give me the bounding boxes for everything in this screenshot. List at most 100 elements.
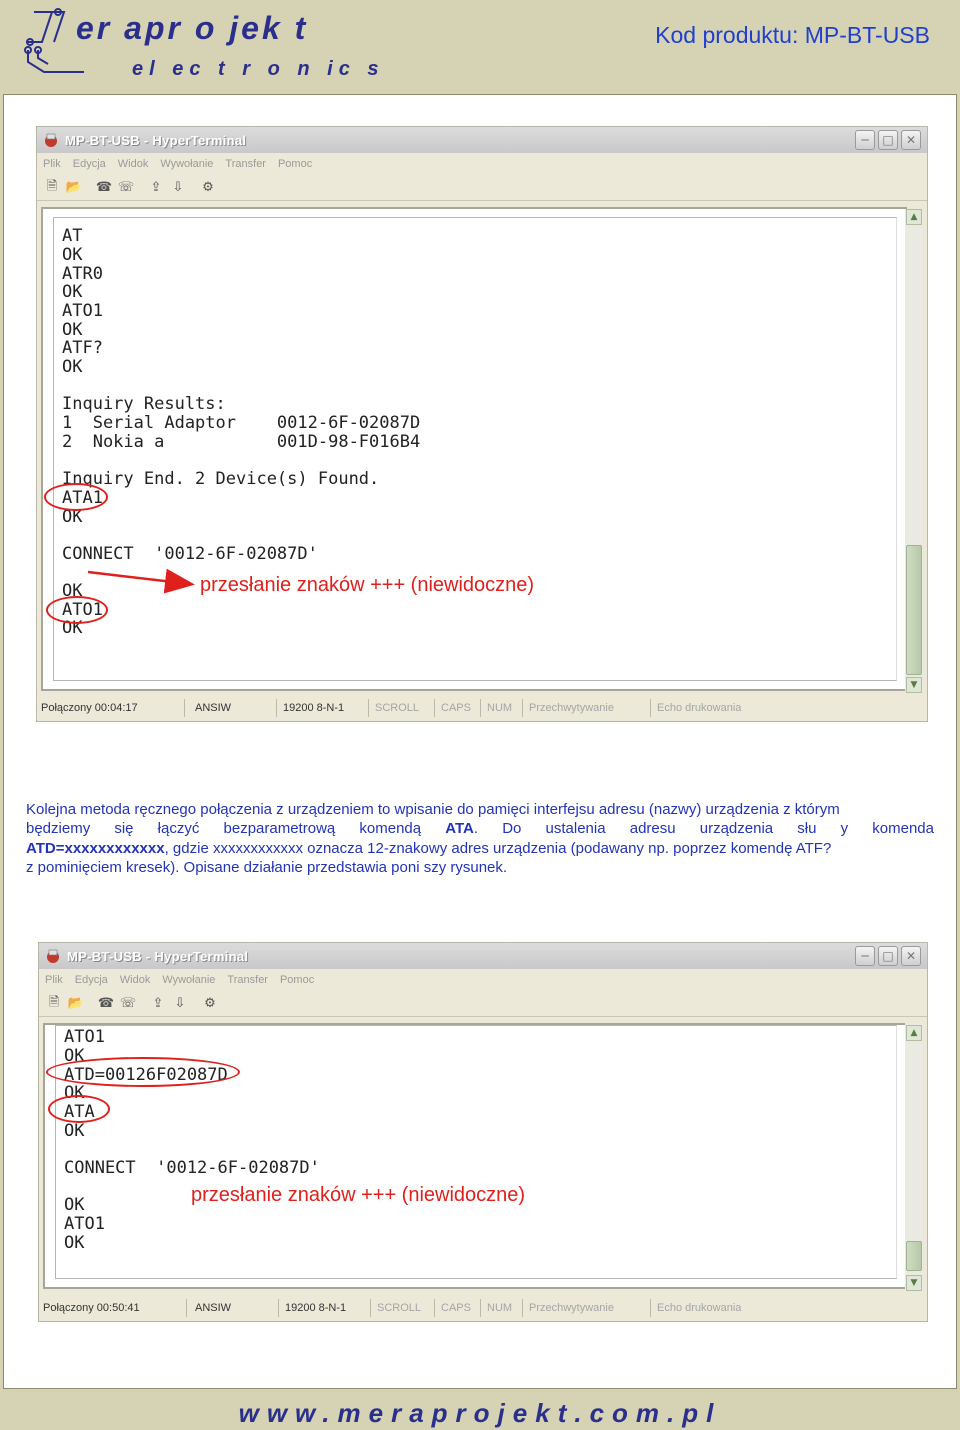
logo-wordmark: er apr o jek t	[76, 10, 309, 46]
status-scroll: SCROLL	[371, 1299, 435, 1317]
terminal-line: OK	[62, 245, 83, 265]
window-titlebar[interactable]: MP-BT-USB - HyperTerminal ─ □ ✕	[39, 943, 927, 969]
terminal-line: OK	[64, 1233, 85, 1253]
menu-transfer[interactable]: Transfer	[227, 974, 268, 986]
menu-edycja[interactable]: Edycja	[73, 158, 106, 170]
status-bar: Połączony 00:50:41 ANSIW 19200 8-N-1 SCR…	[39, 1297, 927, 1319]
status-capture: Przechwytywanie	[523, 1299, 651, 1317]
new-file-icon[interactable]: 🗎	[43, 179, 61, 196]
phone-icon[interactable]: ☎	[95, 180, 113, 196]
terminal-line: AT	[62, 226, 83, 246]
scroll-thumb[interactable]	[906, 545, 922, 675]
terminal-screen[interactable]: AT OK ATR0 OK ATO1 OK ATF? OK Inquiry Re…	[53, 217, 897, 681]
menu-widok[interactable]: Widok	[120, 974, 151, 986]
paragraph-line-4: z pominięciem kresek). Opisane działanie…	[26, 859, 508, 877]
menu-widok[interactable]: Widok	[118, 158, 149, 170]
minimize-button[interactable]: ─	[855, 946, 875, 966]
close-button[interactable]: ✕	[901, 130, 921, 150]
annotation-text-1: przesłanie znaków +++ (niewidoczne)	[200, 574, 535, 596]
status-print-echo: Echo drukowania	[657, 1302, 742, 1314]
maximize-button[interactable]: □	[878, 130, 898, 150]
status-connected: Połączony 00:50:41	[39, 1299, 187, 1317]
footer-website-url[interactable]: www.meraprojekt.com.pl	[125, 1398, 835, 1429]
scroll-down-icon[interactable]: ▼	[906, 1275, 922, 1291]
vertical-scrollbar[interactable]: ▲ ▼	[905, 1023, 923, 1291]
scroll-up-icon[interactable]: ▲	[906, 209, 922, 225]
menu-transfer[interactable]: Transfer	[225, 158, 266, 170]
logo-circuit-icon	[24, 8, 84, 73]
status-caps: CAPS	[435, 1299, 481, 1317]
receive-file-icon[interactable]: ⇩	[169, 180, 187, 196]
highlight-circle-ata1	[44, 483, 108, 511]
minimize-button[interactable]: ─	[855, 130, 875, 150]
vertical-scrollbar[interactable]: ▲ ▼	[905, 209, 923, 693]
menu-bar: Plik Edycja Widok Wywołanie Transfer Pom…	[37, 153, 927, 175]
menu-pomoc[interactable]: Pomoc	[280, 974, 314, 986]
menu-wywolanie[interactable]: Wywołanie	[162, 974, 215, 986]
status-num: NUM	[481, 699, 523, 717]
scroll-up-icon[interactable]: ▲	[906, 1025, 922, 1041]
status-num: NUM	[481, 1299, 523, 1317]
menu-plik[interactable]: Plik	[45, 974, 63, 986]
hyperterminal-window-1: MP-BT-USB - HyperTerminal ─ □ ✕ Plik Edy…	[36, 126, 928, 722]
window-title: MP-BT-USB - HyperTerminal	[65, 132, 247, 148]
terminal-line: OK	[64, 1195, 85, 1215]
open-folder-icon[interactable]: 📂	[65, 180, 83, 196]
terminal-line: ATO1	[64, 1027, 105, 1047]
status-port-settings: 19200 8-N-1	[277, 699, 369, 717]
command-ata: ATA	[445, 820, 474, 838]
product-code: Kod produktu: MP-BT-USB	[655, 22, 930, 48]
terminal-line: CONNECT '0012-6F-02087D'	[64, 1158, 320, 1178]
paragraph-line-2: będziemy się łączyć bezparametrową komen…	[26, 819, 934, 838]
send-file-icon[interactable]: ⇪	[149, 996, 167, 1012]
terminal-area[interactable]: AT OK ATR0 OK ATO1 OK ATF? OK Inquiry Re…	[41, 207, 907, 691]
disconnect-icon[interactable]: ☏	[119, 996, 137, 1012]
toolbar: 🗎 📂 ☎ ☏ ⇪ ⇩ ⚙	[39, 991, 927, 1017]
menu-pomoc[interactable]: Pomoc	[278, 158, 312, 170]
highlight-circle-atd	[46, 1057, 240, 1087]
terminal-line: OK	[62, 320, 83, 340]
maximize-button[interactable]: □	[878, 946, 898, 966]
status-bar: Połączony 00:04:17 ANSIW 19200 8-N-1 SCR…	[37, 697, 927, 719]
scroll-down-icon[interactable]: ▼	[906, 677, 922, 693]
status-port-settings: 19200 8-N-1	[279, 1299, 371, 1317]
highlight-circle-ato1	[46, 596, 108, 624]
terminal-line: ATF?	[62, 338, 103, 358]
terminal-line: OK	[64, 1121, 85, 1141]
open-folder-icon[interactable]: 📂	[67, 996, 85, 1012]
menu-edycja[interactable]: Edycja	[75, 974, 108, 986]
status-scroll: SCROLL	[369, 699, 435, 717]
command-atd: ATD=xxxxxxxxxxxx	[26, 839, 165, 857]
terminal-line: CONNECT '0012-6F-02087D'	[62, 544, 318, 564]
terminal-line: ATO1	[64, 1214, 105, 1234]
menu-wywolanie[interactable]: Wywołanie	[160, 158, 213, 170]
terminal-line: ATR0	[62, 264, 103, 284]
window-title: MP-BT-USB - HyperTerminal	[67, 948, 249, 964]
hyperterminal-window-2: MP-BT-USB - HyperTerminal ─ □ ✕ Plik Edy…	[38, 942, 928, 1322]
status-emulation: ANSIW	[185, 699, 277, 717]
menu-bar: Plik Edycja Widok Wywołanie Transfer Pom…	[39, 969, 927, 991]
properties-icon[interactable]: ⚙	[199, 180, 217, 196]
disconnect-icon[interactable]: ☏	[117, 180, 135, 196]
logo-tagline: el ec t r o n ic s	[132, 58, 385, 80]
hyperterminal-app-icon	[45, 133, 57, 147]
scroll-thumb[interactable]	[906, 1241, 922, 1271]
new-file-icon[interactable]: 🗎	[45, 995, 63, 1012]
close-button[interactable]: ✕	[901, 946, 921, 966]
terminal-line: OK	[62, 357, 83, 377]
menu-plik[interactable]: Plik	[43, 158, 61, 170]
paragraph-text: będziemy się łączyć bezparametrową komen…	[26, 820, 446, 838]
status-capture: Przechwytywanie	[523, 699, 651, 717]
phone-icon[interactable]: ☎	[97, 996, 115, 1012]
properties-icon[interactable]: ⚙	[201, 996, 219, 1012]
window-titlebar[interactable]: MP-BT-USB - HyperTerminal ─ □ ✕	[37, 127, 927, 153]
paragraph-line-1: Kolejna metoda ręcznego połączenia z urz…	[26, 801, 840, 818]
terminal-line: Inquiry Results:	[62, 394, 226, 414]
toolbar: 🗎 📂 ☎ ☏ ⇪ ⇩ ⚙	[37, 175, 927, 201]
highlight-circle-ata	[48, 1095, 110, 1123]
paragraph-text: , gdzie xxxxxxxxxxxx oznacza 12-znakowy …	[164, 839, 832, 857]
company-logo: er apr o jek t el ec t r o n ic s	[24, 4, 379, 86]
receive-file-icon[interactable]: ⇩	[171, 996, 189, 1012]
send-file-icon[interactable]: ⇪	[147, 180, 165, 196]
annotation-text-2: przesłanie znaków +++ (niewidoczne)	[191, 1184, 526, 1206]
